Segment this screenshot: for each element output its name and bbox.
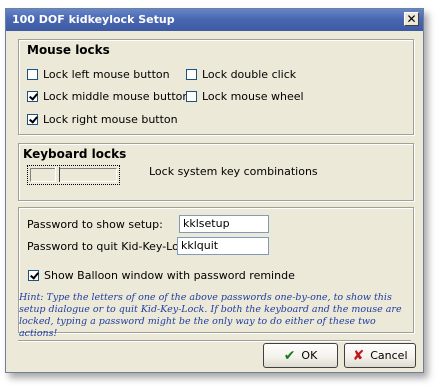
keyboard-locks-title: Keyboard locks (23, 147, 127, 161)
quit-password-label: Password to quit Kid-Key-Lock: (27, 240, 195, 253)
window-title: 100 DOF kidkeylock Setup (12, 13, 175, 26)
checkbox-box[interactable] (27, 91, 38, 102)
close-button[interactable]: ✕ (404, 12, 419, 26)
title-bar[interactable]: 100 DOF kidkeylock Setup ✕ (6, 9, 423, 31)
checkbox-box[interactable] (28, 270, 39, 281)
lock-middle-mouse-checkbox[interactable]: Lock middle mouse button (27, 90, 189, 103)
ok-label: OK (301, 349, 318, 362)
keyboard-locks-group: Keyboard locks Lock system key combinati… (18, 143, 414, 201)
close-icon: ✕ (406, 12, 417, 26)
checkbox-box[interactable] (27, 69, 38, 80)
setup-dialog: 100 DOF kidkeylock Setup ✕ Mouse locks L… (5, 8, 424, 373)
checkbox-label: Show Balloon window with password remind… (44, 269, 295, 282)
checkbox-label: Lock double click (202, 68, 297, 81)
checkbox-box[interactable] (27, 114, 38, 125)
lock-double-click-checkbox[interactable]: Lock double click (186, 68, 296, 81)
system-keys-label: Lock system key combinations (149, 165, 318, 178)
checkmark-icon: ✔ (283, 347, 296, 364)
mouse-locks-title: Mouse locks (27, 43, 110, 57)
quit-password-input[interactable]: kklquit (177, 237, 269, 255)
checkbox-label: Lock right mouse button (43, 113, 178, 126)
cross-icon: ✘ (352, 347, 365, 364)
lock-mouse-wheel-checkbox[interactable]: Lock mouse wheel (186, 90, 304, 103)
hint-text: Hint: Type the letters of one of the abo… (19, 292, 402, 339)
checkbox-box[interactable] (186, 69, 197, 80)
checkbox-box[interactable] (186, 91, 197, 102)
cancel-button[interactable]: ✘ Cancel (344, 343, 416, 368)
slider-track[interactable] (30, 168, 117, 182)
setup-password-label: Password to show setup: (27, 218, 163, 231)
system-keys-slider[interactable] (27, 165, 120, 185)
checkbox-label: Lock mouse wheel (202, 90, 304, 103)
show-balloon-checkbox[interactable]: Show Balloon window with password remind… (28, 269, 295, 282)
lock-left-mouse-checkbox[interactable]: Lock left mouse button (27, 68, 170, 81)
setup-password-input[interactable]: kklsetup (179, 215, 269, 233)
slider-thumb[interactable] (55, 167, 60, 182)
checkbox-label: Lock left mouse button (43, 68, 170, 81)
lock-right-mouse-checkbox[interactable]: Lock right mouse button (27, 113, 178, 126)
checkbox-label: Lock middle mouse button (43, 90, 190, 103)
mouse-locks-group: Mouse locks Lock left mouse button Lock … (18, 39, 414, 135)
ok-button[interactable]: ✔ OK (263, 343, 338, 368)
separator (18, 340, 411, 342)
cancel-label: Cancel (370, 349, 408, 362)
